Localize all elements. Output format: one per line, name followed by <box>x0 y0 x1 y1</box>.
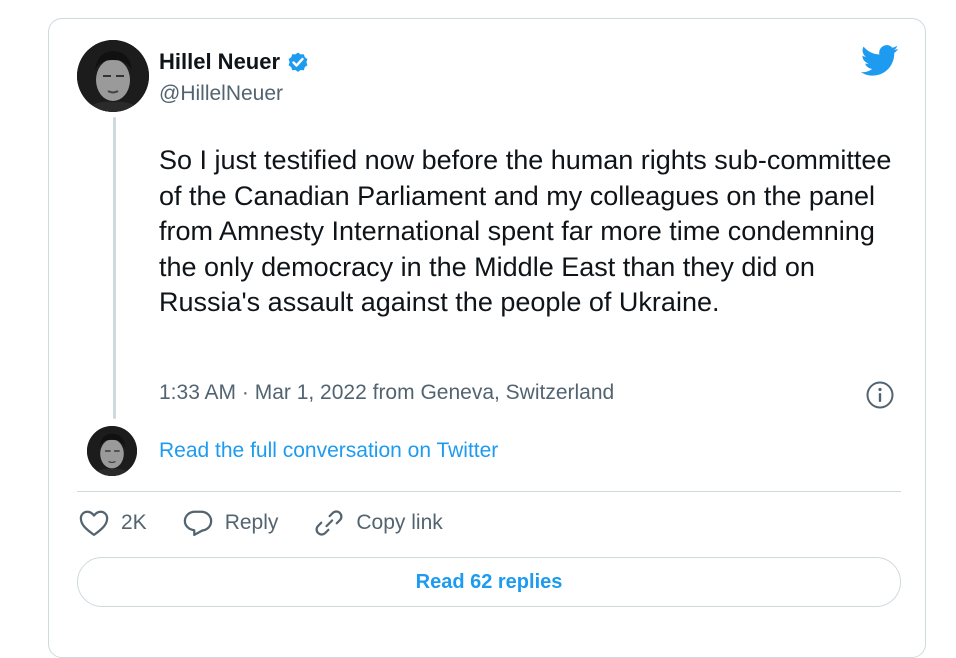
copy-link-button[interactable]: Copy link <box>314 509 443 537</box>
tweet-embed-card: Hillel Neuer @HillelNeuer So I just test… <box>48 18 926 658</box>
twitter-bird-icon[interactable] <box>860 45 899 77</box>
reply-button[interactable]: Reply <box>183 509 279 537</box>
copy-link-label: Copy link <box>356 511 443 534</box>
reply-label: Reply <box>224 511 279 534</box>
like-count: 2K <box>121 511 147 534</box>
tweet-timestamp[interactable]: 1:33 AM · Mar 1, 2022 from Geneva, Switz… <box>159 381 614 405</box>
verified-badge-icon <box>286 50 310 74</box>
author-handle[interactable]: @HillelNeuer <box>159 82 283 106</box>
conversation-avatar[interactable] <box>87 426 137 476</box>
read-full-conversation-link[interactable]: Read the full conversation on Twitter <box>159 439 498 463</box>
link-icon <box>315 510 343 536</box>
tweet-text: So I just testified now before the human… <box>159 145 892 317</box>
like-button[interactable]: 2K <box>79 509 147 537</box>
speech-bubble-icon <box>183 510 212 536</box>
conversation-avatar-photo <box>87 426 137 476</box>
info-icon[interactable] <box>865 380 895 410</box>
author-display-name[interactable]: Hillel Neuer <box>159 49 280 75</box>
heart-icon <box>79 510 109 536</box>
author-avatar[interactable] <box>77 40 149 112</box>
actions-divider <box>77 491 901 492</box>
read-replies-button[interactable]: Read 62 replies <box>77 557 901 607</box>
author-name-row: Hillel Neuer <box>159 49 310 75</box>
thread-line <box>113 117 116 419</box>
author-avatar-photo <box>77 40 149 112</box>
tweet-actions: 2K Reply Copy link <box>79 509 479 537</box>
